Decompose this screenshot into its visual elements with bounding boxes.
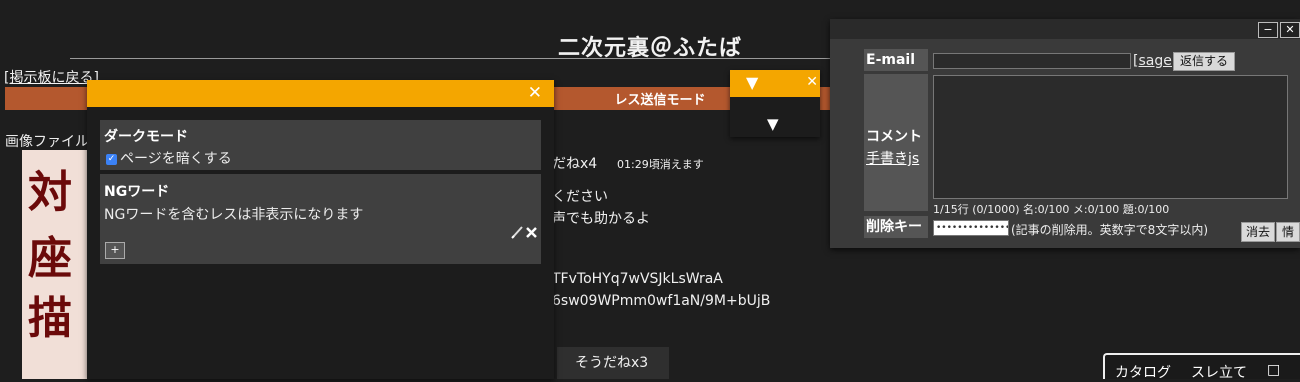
post-hash-1: TFvToHYq7wVSJkLsWraA [552, 271, 723, 287]
comment-label: コメント [866, 129, 922, 145]
minimize-icon[interactable]: − [1258, 22, 1278, 38]
delete-key-label: 削除キー [864, 216, 928, 238]
dark-mode-section: ダークモード ✓ ページを暗くする [100, 120, 541, 170]
mini-panel: ▼ ✕ ▼ [730, 70, 820, 137]
mini-panel-header: ▼ ✕ [730, 70, 820, 97]
comment-textarea[interactable] [933, 75, 1288, 199]
submit-reply-button[interactable]: 返信する [1173, 52, 1235, 71]
sodane-button-2[interactable]: そうだねx3 [557, 347, 669, 379]
expire-time: 01:29頃消えます [617, 158, 704, 171]
post-line-2: 声でも助かるよ [552, 211, 650, 227]
catalog-bar: カタログ スレ立て □ [1103, 353, 1300, 382]
info-button[interactable]: 情 [1276, 222, 1300, 242]
expand-arrow-icon[interactable]: ▼ [767, 115, 779, 133]
sodane-button[interactable]: だねx4 [552, 153, 597, 173]
delete-key-hint: (記事の削除用。英数字で8文字以内) [1011, 223, 1208, 237]
settings-dialog: ✕ ダークモード ✓ ページを暗くする NGワード NGワードを含むレスは非表示に… [87, 80, 554, 379]
checkbox-checked-icon[interactable]: ✓ [106, 153, 117, 165]
email-label: E-mail [864, 49, 928, 71]
comment-label-cell: コメント 手書きjs [864, 74, 928, 211]
delete-key-field[interactable]: •••••••••••••••••• [933, 220, 1009, 236]
sodane-button-2-label[interactable]: そうだねx3 [575, 352, 648, 372]
post-hash-2: 6sw09WPmm0wf1aN/9M+bUjB [552, 293, 771, 309]
new-thread-link[interactable]: スレ立て [1191, 362, 1247, 382]
ng-word-description: NGワードを含むレスは非表示になります [104, 207, 364, 223]
thumbnail-char-3: 描 [28, 293, 72, 344]
ng-word-section: NGワード NGワードを含むレスは非表示になります + [100, 174, 541, 264]
edit-pencil-icon[interactable] [510, 224, 540, 240]
reply-form: − ✕ E-mail [sage] 返信する コメント 手書きjs 1/15行 … [830, 19, 1300, 248]
thumbnail-char-2: 座 [28, 233, 72, 284]
char-counter: 1/15行 (0/1000) 名:0/100 メ:0/100 題:0/100 [933, 203, 1170, 216]
clear-button[interactable]: 消去 [1241, 222, 1275, 242]
mini-close-icon[interactable]: ✕ [806, 74, 818, 90]
close-icon[interactable]: ✕ [528, 83, 542, 103]
catalog-link[interactable]: カタログ [1115, 362, 1171, 382]
dark-mode-checkbox-label[interactable]: ページを暗くする [120, 151, 232, 167]
form-close-icon[interactable]: ✕ [1280, 22, 1300, 38]
handwrite-js-link[interactable]: 手書きjs [866, 148, 919, 168]
reply-form-titlebar: − ✕ [830, 19, 1300, 39]
post-line-1: ください [552, 189, 608, 205]
back-to-board-link[interactable]: [掲示板に戻る] [4, 67, 99, 87]
collapse-arrow-icon[interactable]: ▼ [746, 73, 758, 92]
back-to-board-label[interactable]: 掲示板に戻る [9, 70, 93, 86]
sage-link[interactable]: [sage] [1133, 53, 1177, 69]
email-field[interactable] [933, 53, 1131, 69]
ng-word-heading: NGワード [104, 184, 170, 200]
thumbnail-char-1: 対 [28, 167, 72, 218]
toggle-box-icon[interactable]: □ [1267, 362, 1280, 378]
dark-mode-option[interactable]: ✓ ページを暗くする [106, 148, 232, 168]
settings-dialog-header: ✕ [87, 80, 554, 107]
add-ng-word-button[interactable]: + [105, 242, 125, 259]
dark-mode-heading: ダークモード [104, 129, 188, 145]
image-file-label: 画像ファイル [5, 134, 89, 150]
